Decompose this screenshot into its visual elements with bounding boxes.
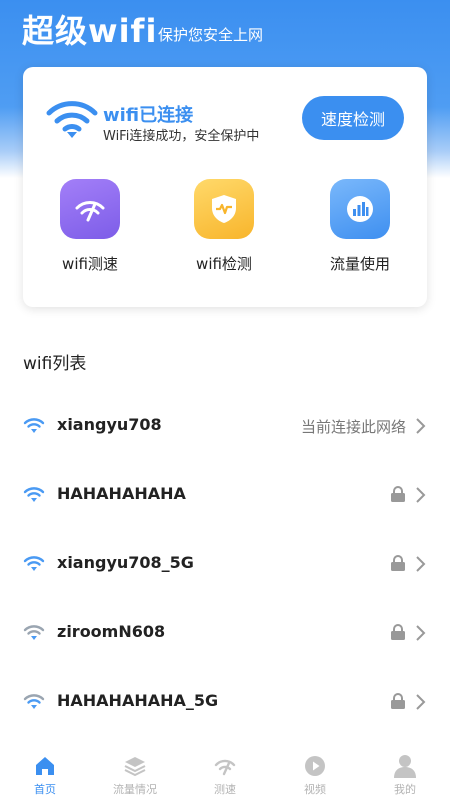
chevron-right-icon (416, 625, 426, 641)
feature-label: wifi测速 (62, 255, 118, 273)
connection-status-subtitle: WiFi连接成功，安全保护中 (103, 129, 260, 144)
app-title: 超级wifi (22, 12, 158, 50)
wifi-name: HAHAHAHAHA_5G (57, 691, 219, 710)
user-icon (392, 753, 418, 779)
wifi-name: xiangyu708_5G (57, 553, 194, 572)
chevron-right-icon (416, 418, 426, 434)
wifi-name: HAHAHAHAHA (57, 484, 186, 503)
wifi-signal-icon (23, 694, 45, 709)
shield-heartbeat-icon (194, 179, 254, 239)
chevron-right-icon (416, 556, 426, 572)
feature-wifi-speed[interactable]: wifi测速 (40, 179, 140, 274)
wifi-connected-icon (46, 101, 98, 138)
tab-speedtest[interactable]: 测速 (180, 745, 270, 800)
lock-icon (391, 555, 405, 571)
lock-icon (391, 693, 405, 709)
wifi-list-item[interactable]: xiangyu708_5G (0, 530, 450, 598)
tab-label: 流量情况 (113, 783, 157, 796)
wifi-list-item[interactable]: xiangyu708 当前连接此网络 (0, 392, 450, 460)
tab-label: 测速 (214, 783, 236, 796)
feature-data-usage[interactable]: 流量使用 (310, 179, 410, 274)
home-icon (32, 753, 58, 779)
tab-label: 首页 (34, 783, 56, 796)
tab-home[interactable]: 首页 (0, 745, 90, 800)
play-icon (302, 753, 328, 779)
wifi-signal-icon (23, 487, 45, 502)
tab-profile[interactable]: 我的 (360, 745, 450, 800)
wifi-name: ziroomN608 (57, 622, 166, 641)
tab-traffic[interactable]: 流量情况 (90, 745, 180, 800)
feature-label: wifi检测 (196, 255, 252, 273)
wifi-signal-icon (23, 418, 45, 433)
bottom-tab-bar: 首页 流量情况 测速 视频 我的 (0, 745, 450, 800)
speedometer-icon (212, 753, 238, 779)
tab-label: 视频 (304, 783, 326, 796)
wifi-list-item[interactable]: ziroomN608 (0, 599, 450, 667)
lock-icon (391, 486, 405, 502)
wifi-list-item[interactable]: HAHAHAHAHA (0, 461, 450, 529)
chevron-right-icon (416, 694, 426, 710)
wifi-list-item[interactable]: HAHAHAHAHA_5G (0, 668, 450, 736)
feature-label: 流量使用 (329, 255, 390, 273)
wifi-signal-icon (23, 556, 45, 571)
wifi-signal-icon (23, 625, 45, 640)
feature-wifi-check[interactable]: wifi检测 (174, 179, 274, 274)
lock-icon (391, 624, 405, 640)
connection-status-title: wifi已连接 (103, 105, 194, 126)
wifi-name: xiangyu708 (57, 415, 162, 434)
connection-card: wifi已连接 WiFi连接成功，安全保护中 速度检测 wifi测速 wifi检… (23, 67, 427, 307)
app-subtitle: 保护您安全上网 (158, 26, 264, 44)
chevron-right-icon (416, 487, 426, 503)
speed-test-button[interactable]: 速度检测 (302, 96, 404, 140)
speedometer-icon (60, 179, 120, 239)
wifi-list-heading: wifi列表 (23, 354, 87, 374)
tab-video[interactable]: 视频 (270, 745, 360, 800)
layers-icon (122, 753, 148, 779)
bar-chart-icon (330, 179, 390, 239)
wifi-connection-status: 当前连接此网络 (300, 418, 406, 436)
tab-label: 我的 (394, 783, 416, 796)
